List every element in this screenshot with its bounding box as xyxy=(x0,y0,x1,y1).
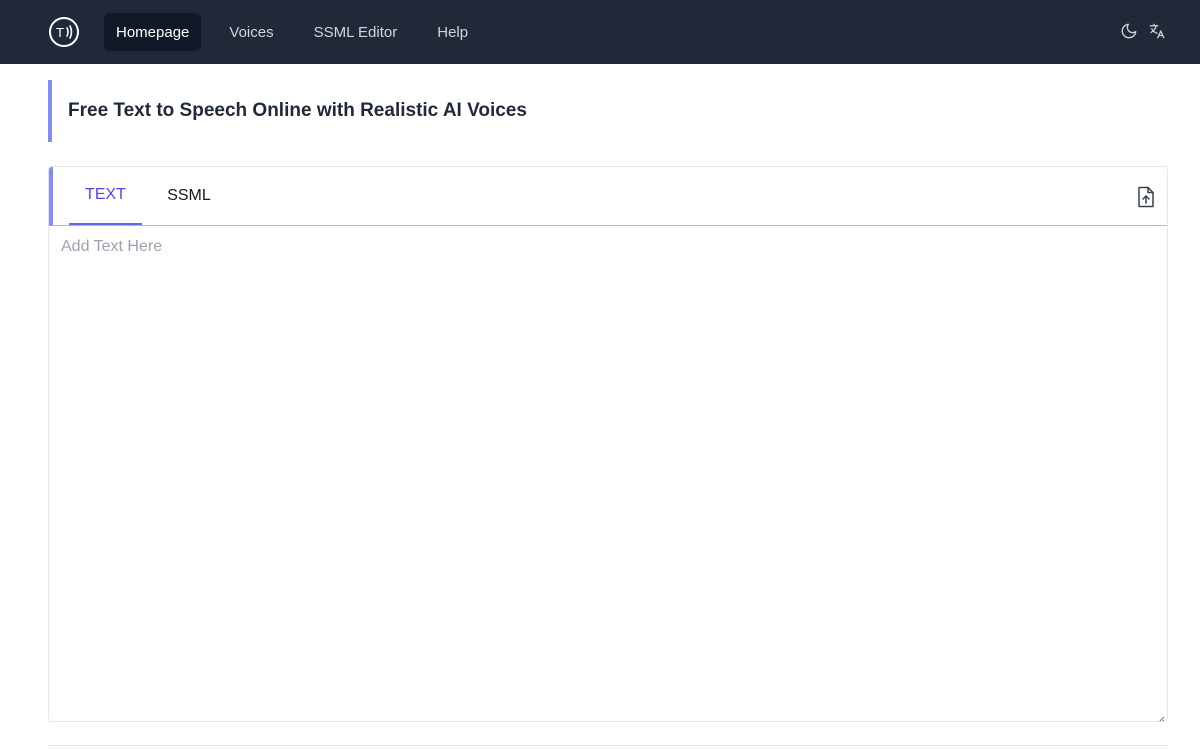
next-card-edge xyxy=(48,745,1168,750)
text-input[interactable] xyxy=(49,226,1167,721)
page-heading: Free Text to Speech Online with Realisti… xyxy=(48,80,1168,142)
page-title: Free Text to Speech Online with Realisti… xyxy=(68,100,527,121)
nav-link-homepage[interactable]: Homepage xyxy=(104,13,202,51)
editor-tabs: TEXT SSML xyxy=(49,167,1167,226)
nav-link-voices[interactable]: Voices xyxy=(217,13,285,51)
logo-icon[interactable]: T xyxy=(48,16,80,48)
nav-link-help[interactable]: Help xyxy=(425,13,480,51)
tab-text[interactable]: TEXT xyxy=(69,167,142,225)
tab-ssml[interactable]: SSML xyxy=(158,167,220,225)
resize-handle-icon[interactable] xyxy=(1157,711,1165,721)
file-upload-icon[interactable] xyxy=(1135,185,1157,209)
moon-icon[interactable] xyxy=(1118,20,1140,42)
text-editor-card: TEXT SSML xyxy=(48,166,1168,722)
main-nav: Homepage Voices SSML Editor Help xyxy=(104,13,496,51)
translate-icon[interactable] xyxy=(1146,20,1168,42)
nav-actions xyxy=(1112,20,1168,42)
nav-link-ssml-editor[interactable]: SSML Editor xyxy=(302,13,410,51)
top-navbar: T Homepage Voices SSML Editor Help xyxy=(0,0,1200,64)
svg-text:T: T xyxy=(56,25,64,40)
